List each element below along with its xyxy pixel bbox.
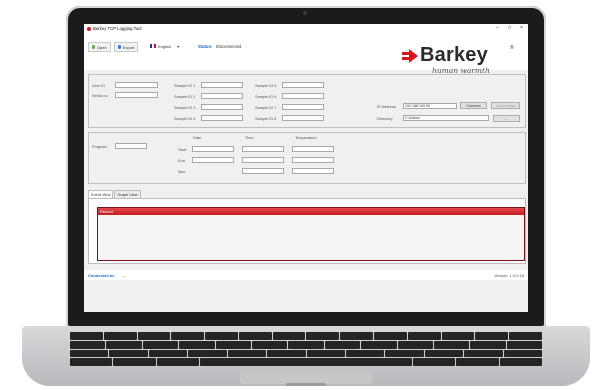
date-column-header: Date	[193, 135, 202, 140]
max-temperature-field[interactable]	[292, 168, 334, 174]
sample-id-5-input[interactable]	[282, 82, 324, 88]
sample-id-4-input[interactable]	[201, 115, 243, 121]
connected-to-label: Connected to:	[88, 273, 115, 278]
disconnect-button[interactable]: Disconnect	[491, 102, 520, 109]
serial-label: Serial no.	[92, 93, 109, 98]
export-label: Export	[122, 44, 135, 50]
end-temperature-field[interactable]	[292, 157, 334, 163]
sample-id-6-label: Sample ID 6	[255, 94, 277, 99]
sample-id-1-label: Sample ID 1	[174, 83, 196, 88]
open-icon	[92, 45, 96, 49]
end-row-label: End	[178, 158, 185, 163]
close-button[interactable]: ×	[520, 25, 523, 31]
minimize-button[interactable]: –	[496, 25, 499, 31]
identity-panel: User ID Serial no. Sample ID 1 Sample ID…	[88, 74, 526, 128]
program-label: Program	[92, 144, 107, 149]
app-window: Barkey TCP Logging Tool – □ × Open Expor…	[84, 24, 528, 312]
version-text: Version: 1.0.0.18	[493, 273, 524, 278]
max-time-field[interactable]	[242, 168, 284, 174]
language-value: English	[158, 43, 172, 49]
uk-flag-icon	[150, 44, 156, 48]
window-title: Barkey TCP Logging Tool	[93, 26, 142, 31]
status-label: Status:	[198, 44, 213, 49]
sample-id-6-input[interactable]	[282, 93, 324, 99]
start-row-label: Start	[178, 147, 187, 152]
export-button[interactable]: Export	[114, 42, 139, 52]
sample-id-3-label: Sample ID 3	[174, 105, 196, 110]
brand-name: Barkey	[420, 44, 488, 66]
barkey-logo-icon	[402, 49, 418, 63]
toolbar: Open Export English ▾ Status: Disconnect…	[84, 34, 528, 75]
chevron-down-icon: ▾	[177, 43, 180, 49]
language-select[interactable]: English ▾	[150, 42, 179, 50]
connect-button[interactable]: Connect	[460, 102, 487, 109]
sample-id-7-label: Sample ID 7	[255, 105, 277, 110]
start-date-field[interactable]	[192, 146, 234, 152]
sample-id-1-input[interactable]	[201, 82, 243, 88]
user-id-label: User ID	[92, 83, 106, 88]
status-value: Disconnected	[216, 44, 242, 49]
user-id-input[interactable]	[115, 82, 158, 88]
sample-id-4-label: Sample ID 4	[174, 116, 196, 121]
time-column-header: Time	[245, 135, 254, 140]
start-temperature-field[interactable]	[292, 146, 334, 152]
window-bottom-area	[84, 280, 528, 312]
end-date-field[interactable]	[192, 157, 234, 163]
directory-label: Directory	[377, 116, 393, 121]
browse-button[interactable]: ...	[493, 115, 520, 122]
sample-id-5-label: Sample ID 5	[255, 83, 277, 88]
sample-id-3-input[interactable]	[201, 104, 243, 110]
ip-address-label: IP Address	[377, 104, 396, 109]
sample-id-2-input[interactable]	[201, 93, 243, 99]
connected-to-value: ---	[122, 273, 126, 278]
maximize-button[interactable]: □	[508, 25, 511, 31]
export-icon	[118, 45, 122, 49]
event-view-page: Record	[88, 198, 526, 264]
start-time-field[interactable]	[242, 146, 284, 152]
sample-id-8-input[interactable]	[282, 115, 324, 121]
registered-mark: ®	[510, 45, 514, 51]
open-button[interactable]: Open	[88, 42, 111, 52]
lid-notch	[286, 383, 326, 386]
sample-id-7-input[interactable]	[282, 104, 324, 110]
ip-address-input[interactable]: 192.168.100.99	[403, 103, 457, 109]
temperature-column-header: Temperature	[295, 135, 317, 140]
keyboard	[70, 332, 543, 366]
end-time-field[interactable]	[242, 157, 284, 163]
record-column-header: Record	[100, 208, 113, 214]
status-bar: Connected to: --- Version: 1.0.0.18	[84, 270, 528, 280]
serial-input[interactable]	[115, 92, 158, 98]
title-bar: Barkey TCP Logging Tool – □ ×	[84, 24, 528, 34]
event-log-grid[interactable]: Record	[97, 207, 525, 261]
webcam-icon	[303, 11, 307, 15]
max-row-label: Max	[178, 169, 186, 174]
event-log-header: Record	[98, 208, 524, 215]
app-logo-icon	[87, 27, 91, 31]
directory-input[interactable]: C:\Users\	[403, 115, 489, 121]
open-label: Open	[96, 44, 107, 50]
program-input[interactable]	[115, 143, 147, 149]
sample-id-8-label: Sample ID 8	[255, 116, 277, 121]
view-tabs: Event View Graph View	[88, 190, 142, 200]
sample-id-2-label: Sample ID 2	[174, 94, 196, 99]
program-panel: Program Date Time Temperature Start End …	[88, 132, 526, 184]
